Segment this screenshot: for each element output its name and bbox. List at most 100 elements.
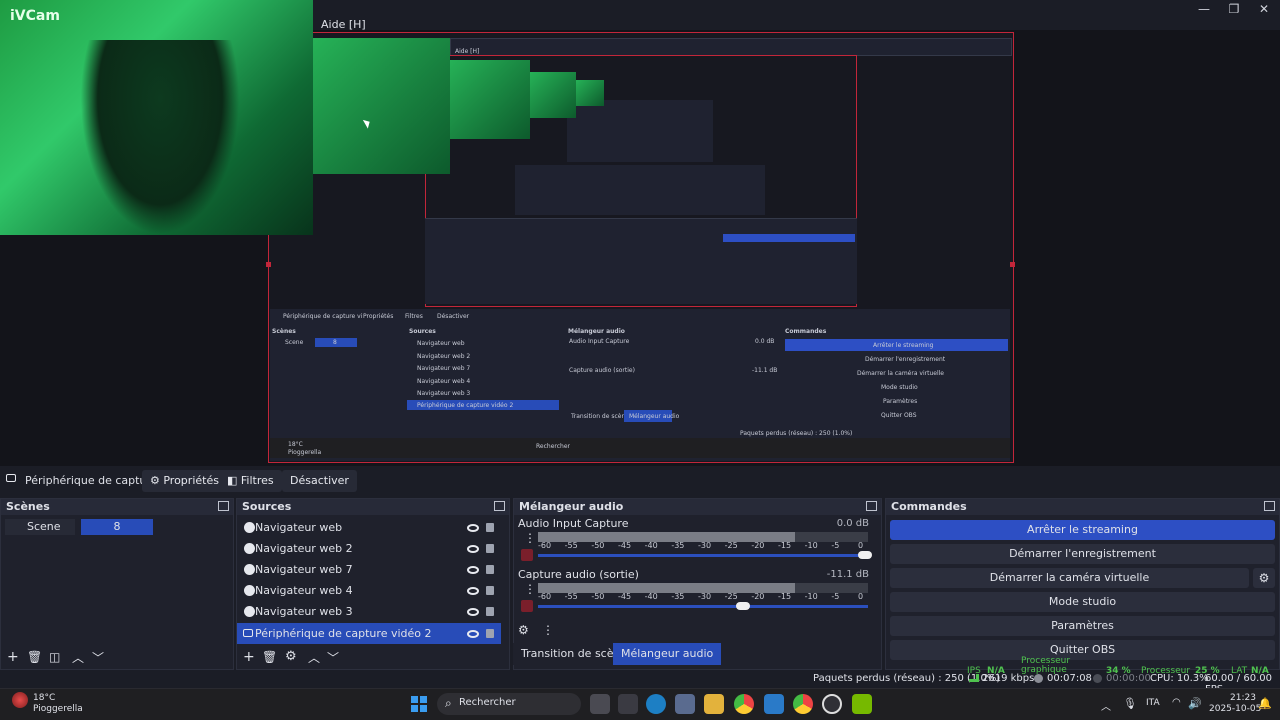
tray-chevron-icon[interactable]: ︿	[1101, 698, 1111, 713]
volume-slider[interactable]	[538, 605, 868, 608]
sources-dock: Sources Navigateur web Navigateur web 2 …	[236, 498, 510, 670]
edge-icon[interactable]	[646, 694, 666, 714]
add-scene-icon[interactable]: +	[7, 649, 19, 665]
advanced-audio-gear-icon[interactable]: ⚙	[518, 623, 529, 637]
undock-icon[interactable]	[494, 501, 505, 511]
source-row-selected[interactable]: Périphérique de capture vidéo 2	[237, 623, 501, 644]
move-down-icon[interactable]: ﹀	[92, 649, 104, 666]
start-recording-button[interactable]: Démarrer l'enregistrement	[890, 544, 1275, 564]
resize-handle[interactable]	[266, 262, 271, 267]
settings-button[interactable]: Paramètres	[890, 616, 1275, 636]
person-silhouette	[80, 40, 240, 235]
move-up-icon[interactable]: ︿	[72, 649, 84, 666]
clock-time[interactable]: 21:23	[1230, 693, 1256, 703]
mixer-menu-icon[interactable]: ⋮	[524, 582, 536, 596]
source-row[interactable]: Navigateur web 3	[237, 601, 501, 622]
app-icon-2[interactable]	[764, 694, 784, 714]
notification-icon[interactable]: 🔔	[1258, 697, 1272, 710]
store-icon[interactable]	[675, 694, 695, 714]
move-down-icon[interactable]: ﹀	[327, 649, 339, 666]
lock-icon[interactable]	[486, 523, 494, 532]
move-up-icon[interactable]: ︿	[308, 649, 320, 666]
volume-slider-handle[interactable]	[735, 602, 750, 610]
record-time: 00:00:00	[1106, 673, 1151, 684]
filters-button[interactable]: ◧ Filtres	[219, 470, 282, 492]
inner-search: Rechercher	[536, 443, 570, 450]
scene-item[interactable]: Scene	[5, 519, 75, 535]
meter-tick-label: -45	[618, 541, 632, 550]
weather-desc[interactable]: Pioggerella	[33, 704, 83, 714]
visibility-eye-icon[interactable]	[467, 630, 479, 638]
visibility-eye-icon[interactable]	[467, 587, 479, 595]
undock-icon[interactable]	[1264, 501, 1275, 511]
lock-icon[interactable]	[486, 565, 494, 574]
add-source-icon[interactable]: +	[243, 649, 255, 665]
source-row[interactable]: Navigateur web	[237, 517, 501, 538]
close-icon[interactable]: ✕	[1252, 2, 1276, 16]
speaker-icon[interactable]: 🔊	[1188, 697, 1202, 710]
scene-filter-icon[interactable]: ◫	[49, 650, 60, 664]
inner-status-lost: Paquets perdus (réseau) : 250 (1.0%)	[740, 430, 853, 437]
meter-tick-label: -35	[671, 541, 685, 550]
meter-tick-label: -30	[698, 592, 712, 601]
visibility-eye-icon[interactable]	[467, 566, 479, 574]
search-icon: ⌕	[445, 696, 452, 710]
meter-tick-label: -45	[618, 592, 632, 601]
wifi-icon[interactable]: ◠	[1172, 697, 1181, 708]
virtual-camera-settings-gear-icon[interactable]: ⚙	[1253, 568, 1275, 588]
lock-icon[interactable]	[486, 607, 494, 616]
chrome-icon-2[interactable]	[793, 694, 813, 714]
mute-speaker-icon[interactable]	[521, 549, 533, 561]
mute-speaker-icon[interactable]	[521, 600, 533, 612]
mixer-options-icon[interactable]: ⋮	[542, 623, 554, 637]
chrome-icon[interactable]	[734, 694, 754, 714]
weather-icon[interactable]	[12, 692, 28, 708]
source-row[interactable]: Navigateur web 7	[237, 559, 501, 580]
obs-icon[interactable]	[822, 694, 842, 714]
lock-icon[interactable]	[486, 544, 494, 553]
windows-start-icon[interactable]	[411, 696, 427, 712]
properties-button[interactable]: ⚙ Propriétés	[142, 470, 227, 492]
inner-props: Propriétés	[363, 313, 394, 320]
source-row[interactable]: Navigateur web 2	[237, 538, 501, 559]
studio-mode-button[interactable]: Mode studio	[890, 592, 1275, 612]
source-row[interactable]: Navigateur web 4	[237, 580, 501, 601]
inner-cmd-3: Mode studio	[881, 384, 918, 391]
undock-icon[interactable]	[218, 501, 229, 511]
quit-obs-button[interactable]: Quitter OBS	[890, 640, 1275, 660]
stop-streaming-button[interactable]: Arrêter le streaming	[890, 520, 1275, 540]
minimize-icon[interactable]: —	[1192, 2, 1216, 16]
clock-date[interactable]: 2025-10-05	[1209, 704, 1261, 714]
taskbar-search[interactable]: ⌕ Rechercher	[437, 693, 581, 715]
mixer-menu-icon[interactable]: ⋮	[524, 531, 536, 545]
meter-tick-label: -5	[831, 592, 840, 601]
delete-scene-icon[interactable]: 🗑	[27, 650, 42, 664]
start-virtual-camera-button[interactable]: Démarrer la caméra virtuelle	[890, 568, 1249, 588]
lock-icon[interactable]	[486, 586, 494, 595]
language-indicator[interactable]: ITA	[1146, 698, 1160, 708]
inner-mixer-b-db: -11.1 dB	[752, 367, 778, 374]
volume-slider-handle[interactable]	[858, 551, 872, 559]
visibility-eye-icon[interactable]	[467, 608, 479, 616]
visibility-eye-icon[interactable]	[467, 524, 479, 532]
maximize-icon[interactable]: ❐	[1222, 2, 1246, 16]
inner-weather-temp: 18°C	[288, 441, 303, 448]
source-settings-gear-icon[interactable]: ⚙	[285, 649, 297, 664]
task-view-icon[interactable]	[590, 694, 610, 714]
file-explorer-icon[interactable]	[704, 694, 724, 714]
lock-icon[interactable]	[486, 629, 494, 638]
volume-slider[interactable]	[538, 554, 868, 557]
delete-source-icon[interactable]: 🗑	[262, 650, 277, 664]
tab-audio-mixer[interactable]: Mélangeur audio	[613, 643, 722, 665]
resize-handle[interactable]	[1010, 262, 1015, 267]
meter-ticks: -60 -55 -50 -45 -40 -35 -30 -25 -20 -15 -10 -5 0	[538, 592, 868, 602]
undock-icon[interactable]	[866, 501, 877, 511]
visibility-eye-icon[interactable]	[467, 545, 479, 553]
deactivate-button[interactable]: Désactiver	[282, 470, 357, 492]
weather-temp[interactable]: 18°C	[33, 693, 55, 703]
nvidia-icon[interactable]	[852, 694, 872, 714]
inner-source-2: Navigateur web 7	[417, 365, 471, 372]
app-icon[interactable]	[618, 694, 638, 714]
meter-tick-label: -20	[751, 541, 765, 550]
microphone-icon[interactable]: 🎙	[1123, 697, 1137, 710]
